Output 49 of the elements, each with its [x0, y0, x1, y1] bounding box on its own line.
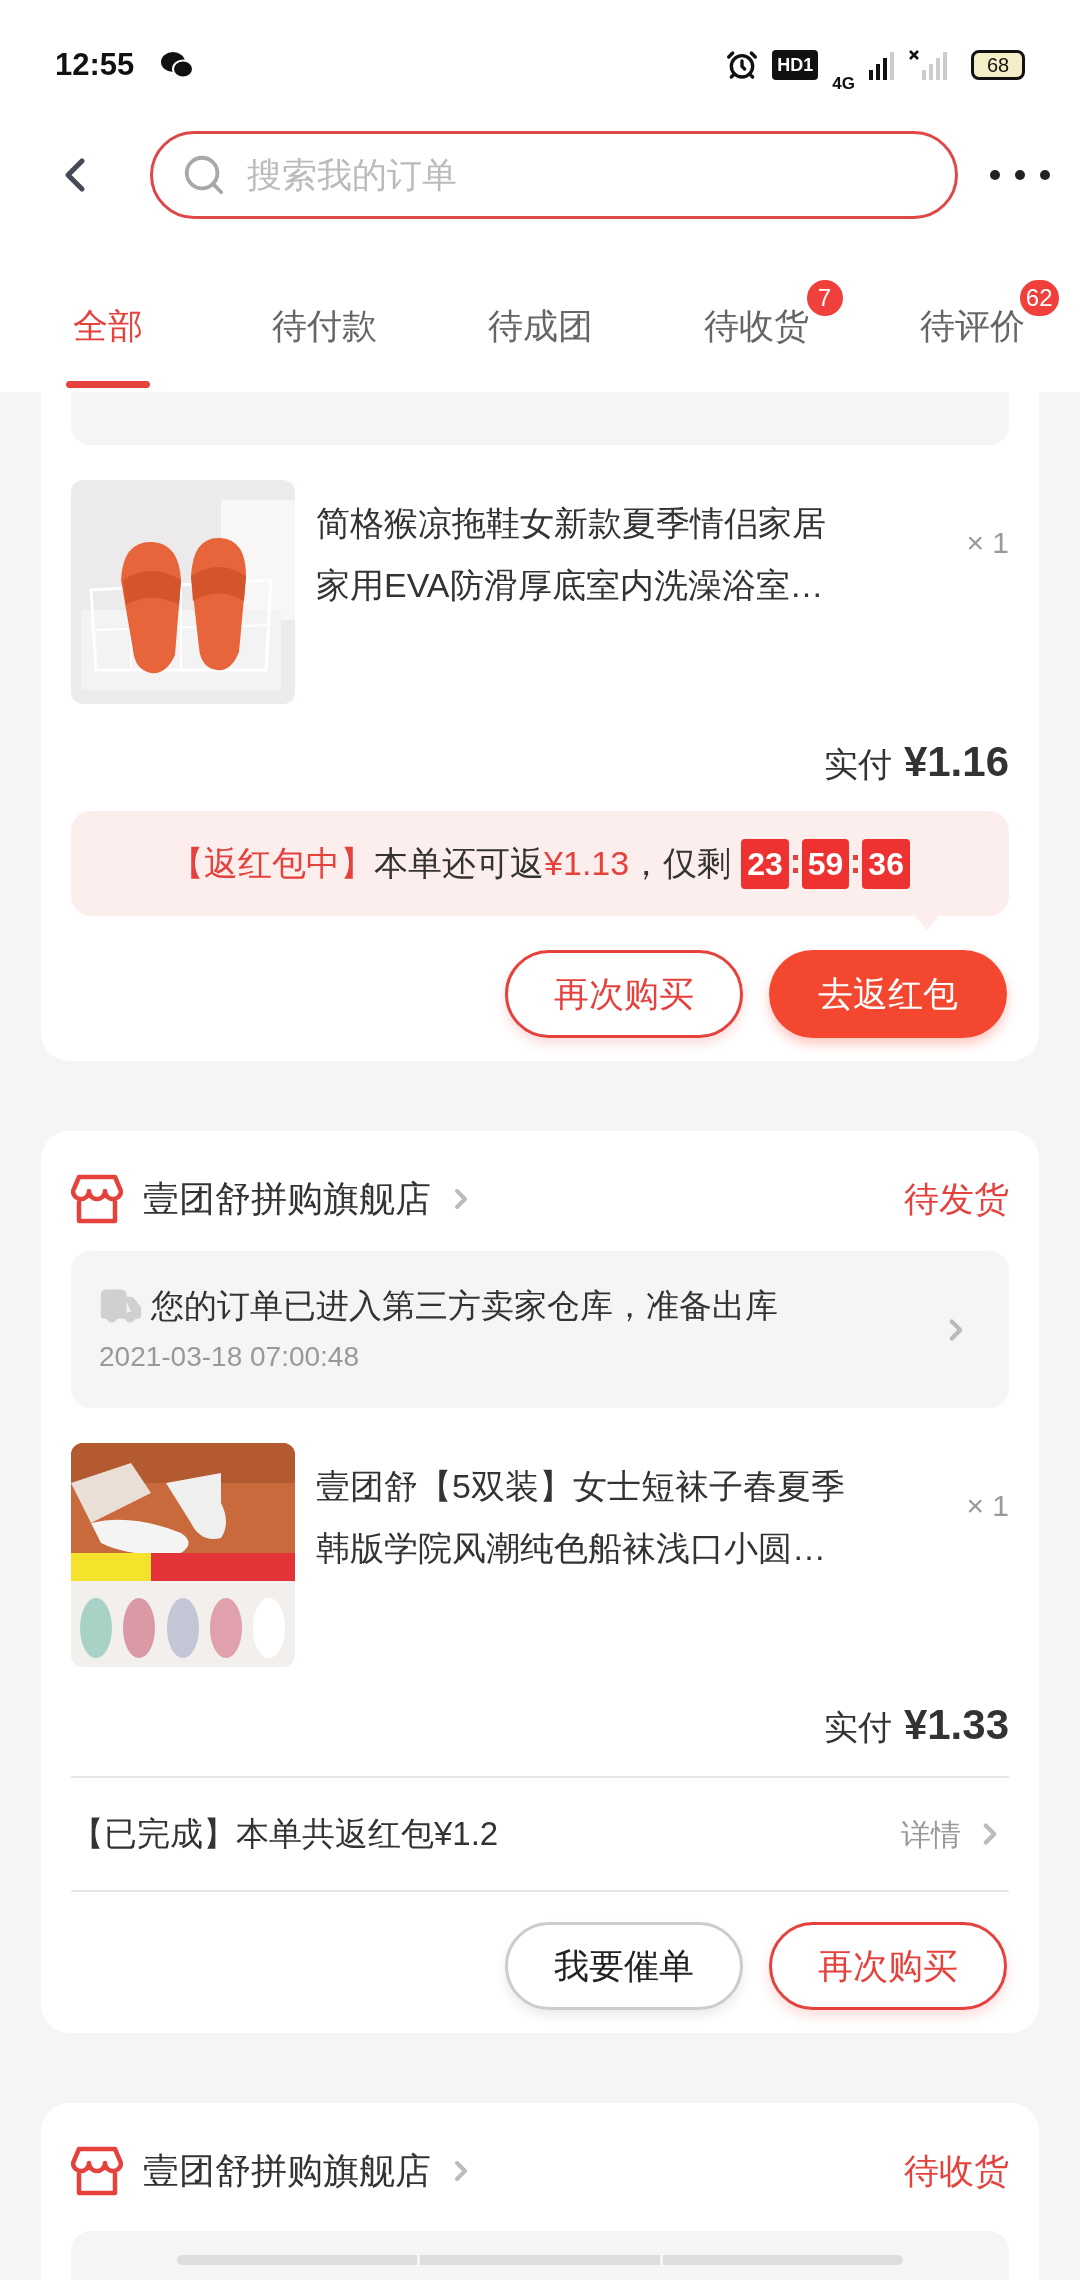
tracking-box[interactable]: 您的订单已进入第三方卖家仓库，准备出库 2021-03-18 07:00:48 — [71, 1251, 1009, 1408]
shop-name[interactable]: 壹团舒拼购旗舰店 — [143, 1172, 431, 1226]
rebate-text: 【已完成】本单共返红包¥1.2 — [71, 1814, 499, 1855]
search-input[interactable]: 搜索我的订单 — [247, 148, 955, 202]
product-title: 简格猴凉拖鞋女新款夏季情侣家居 — [316, 503, 826, 544]
quantity: × 1 — [966, 1488, 1009, 1524]
signal-icon — [869, 50, 895, 80]
order-tab[interactable]: 待评价 62 — [864, 260, 1080, 392]
no-signal-icon — [909, 50, 949, 80]
order-tab[interactable]: 待成团 — [432, 260, 648, 392]
status-time: 12:55 — [55, 45, 135, 84]
shop-name[interactable]: 壹团舒拼购旗舰店 — [143, 2144, 431, 2198]
action-button[interactable]: 我要催单 — [505, 1922, 743, 2010]
search-field[interactable]: 搜索我的订单 — [150, 131, 958, 219]
order-status: 待收货 — [904, 2149, 1009, 2192]
rebate-remaining-label: ，仅剩 — [629, 843, 732, 884]
order-status: 待发货 — [904, 1177, 1009, 1220]
product-title: 韩版学院风潮纯色船袜浅口小圆… — [316, 1528, 827, 1569]
rebate-status: 【返红包中】 — [170, 843, 375, 884]
paid-label: 实付 — [823, 744, 892, 785]
count-badge: 62 — [1017, 277, 1061, 318]
quantity: × 1 — [966, 525, 1009, 561]
hd-badge: HD1 — [772, 50, 819, 80]
store-icon — [71, 2145, 123, 2197]
countdown-digits: 36 — [862, 838, 910, 889]
paid-label: 实付 — [823, 1707, 892, 1748]
product-title: 壹团舒【5双装】女士短袜子春夏季 — [316, 1466, 845, 1507]
chat-app-icon — [160, 50, 195, 80]
paid-amount: ¥1.33 — [903, 1700, 1009, 1750]
network-label: 4G — [832, 73, 855, 96]
action-button[interactable]: 再次购买 — [505, 950, 743, 1038]
action-button[interactable]: 再次购买 — [769, 1922, 1007, 2010]
rebate-text: 本单还可返 — [374, 843, 545, 884]
product-title: 家用EVA防滑厚底室内洗澡浴室… — [316, 565, 825, 606]
countdown-digits: 23 — [741, 838, 789, 889]
rebate-amount: ¥1.13 — [544, 843, 630, 884]
countdown-separator-icon — [853, 854, 859, 873]
countdown-separator-icon — [792, 854, 798, 873]
alarm-icon — [726, 49, 759, 81]
tracking-time: 2021-03-18 07:00:48 — [99, 1340, 360, 1375]
paid-amount: ¥1.16 — [903, 737, 1009, 787]
order-tab[interactable]: 待付款 — [216, 260, 432, 392]
tracking-text: 您的订单已进入第三方卖家仓库，准备出库 — [151, 1285, 778, 1326]
action-button[interactable]: 去返红包 — [769, 950, 1007, 1038]
battery-indicator: 68 — [971, 50, 1025, 80]
countdown-digits: 59 — [801, 838, 850, 889]
order-tab[interactable]: 待收货 7 — [648, 260, 864, 392]
order-tab[interactable]: 全部 — [0, 260, 216, 392]
store-icon — [71, 1173, 123, 1225]
